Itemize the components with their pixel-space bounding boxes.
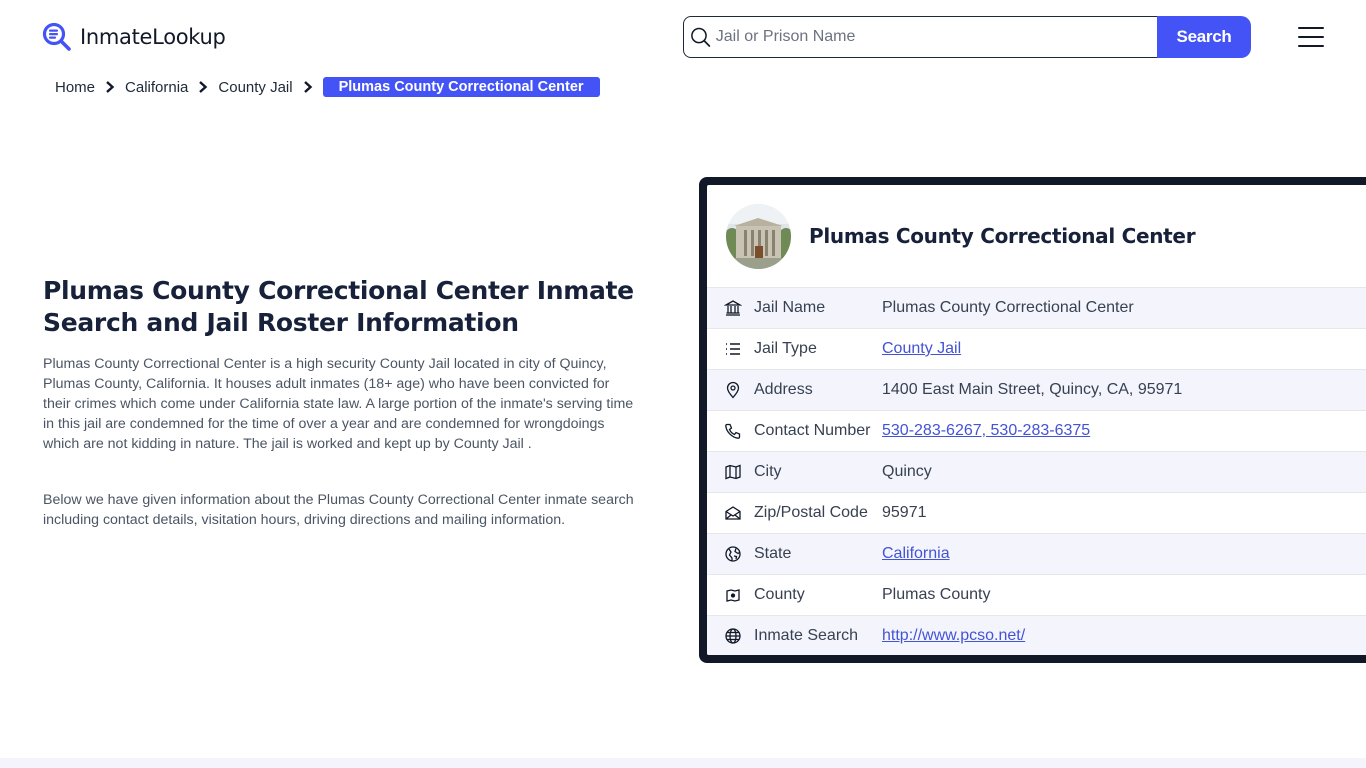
info-label: Jail Type [754,340,817,357]
info-label: Inmate Search [754,627,859,644]
info-value: Plumas County [882,586,991,603]
breadcrumb: Home California County Jail Plumas Count… [55,76,600,98]
info-row-inmate-search: Inmate Search http://www.pcso.net/ [707,615,1366,655]
globe-region-icon [725,546,741,562]
info-label: Jail Name [754,299,826,316]
breadcrumb-california[interactable]: California [125,79,188,96]
info-label: Contact Number [754,422,871,439]
info-label: Address [754,381,813,398]
jail-type-link[interactable]: County Jail [882,340,961,358]
intro-paragraph: Plumas County Correctional Center is a h… [43,356,634,452]
info-value: Quincy [882,463,932,480]
info-row-address: Address 1400 East Main Street, Quincy, C… [707,369,1366,410]
info-label: State [754,545,792,562]
page-title: Plumas County Correctional Center Inmate… [43,276,634,337]
info-row-jail-type: Jail Type County Jail [707,328,1366,369]
menu-bar [1298,45,1324,47]
info-row-city: City Quincy [707,451,1366,492]
breadcrumb-county-jail[interactable]: County Jail [218,79,292,96]
logo-text: InmateLookup [80,25,226,49]
menu-bar [1298,27,1324,29]
info-row-contact-number: Contact Number 530-283-6267, 530-283-637… [707,410,1366,451]
globe-icon [725,628,741,644]
chevron-right-icon [199,81,208,93]
list-icon [726,343,740,355]
info-value: 95971 [882,504,927,521]
breadcrumb-current: Plumas County Correctional Center [322,77,600,97]
search-box[interactable] [683,16,1157,58]
mail-open-icon [725,506,741,520]
facility-card-header: Plumas County Correctional Center [707,185,1366,287]
info-row-zip: Zip/Postal Code 95971 [707,492,1366,533]
info-value: Plumas County Correctional Center [882,299,1134,316]
menu-bar [1298,36,1324,38]
search-bar: Search [683,16,1251,58]
info-label: Zip/Postal Code [754,504,868,521]
phone-icon [725,423,741,439]
info-paragraph: Below we have given information about th… [43,492,634,528]
logo[interactable]: InmateLookup [42,22,226,52]
info-label: City [754,463,782,480]
county-map-icon [726,589,740,602]
info-row-county: County Plumas County [707,574,1366,615]
facility-info-table: Jail Name Plumas County Correctional Cen… [707,287,1366,655]
search-input[interactable] [715,28,1157,46]
logo-magnifier-icon [42,22,71,51]
map-pin-icon [726,381,740,399]
map-icon [725,464,741,480]
search-button[interactable]: Search [1157,16,1251,58]
bank-building-icon [724,300,742,316]
info-row-jail-name: Jail Name Plumas County Correctional Cen… [707,287,1366,328]
facility-card-title: Plumas County Correctional Center [809,224,1196,248]
breadcrumb-home[interactable]: Home [55,79,95,96]
state-link[interactable]: California [882,545,950,563]
chevron-right-icon [106,81,115,93]
inmate-search-link[interactable]: http://www.pcso.net/ [882,627,1025,645]
facility-photo [726,203,791,269]
facility-card: Plumas County Correctional Center Jail N… [699,177,1366,663]
search-icon [691,27,711,47]
info-row-state: State California [707,533,1366,574]
chevron-right-icon [303,81,312,93]
contact-number-link[interactable]: 530-283-6267, 530-283-6375 [882,422,1090,440]
info-value: 1400 East Main Street, Quincy, CA, 95971 [882,381,1183,398]
hamburger-menu-icon[interactable] [1298,27,1324,47]
footer-band [0,758,1366,768]
info-label: County [754,586,805,603]
